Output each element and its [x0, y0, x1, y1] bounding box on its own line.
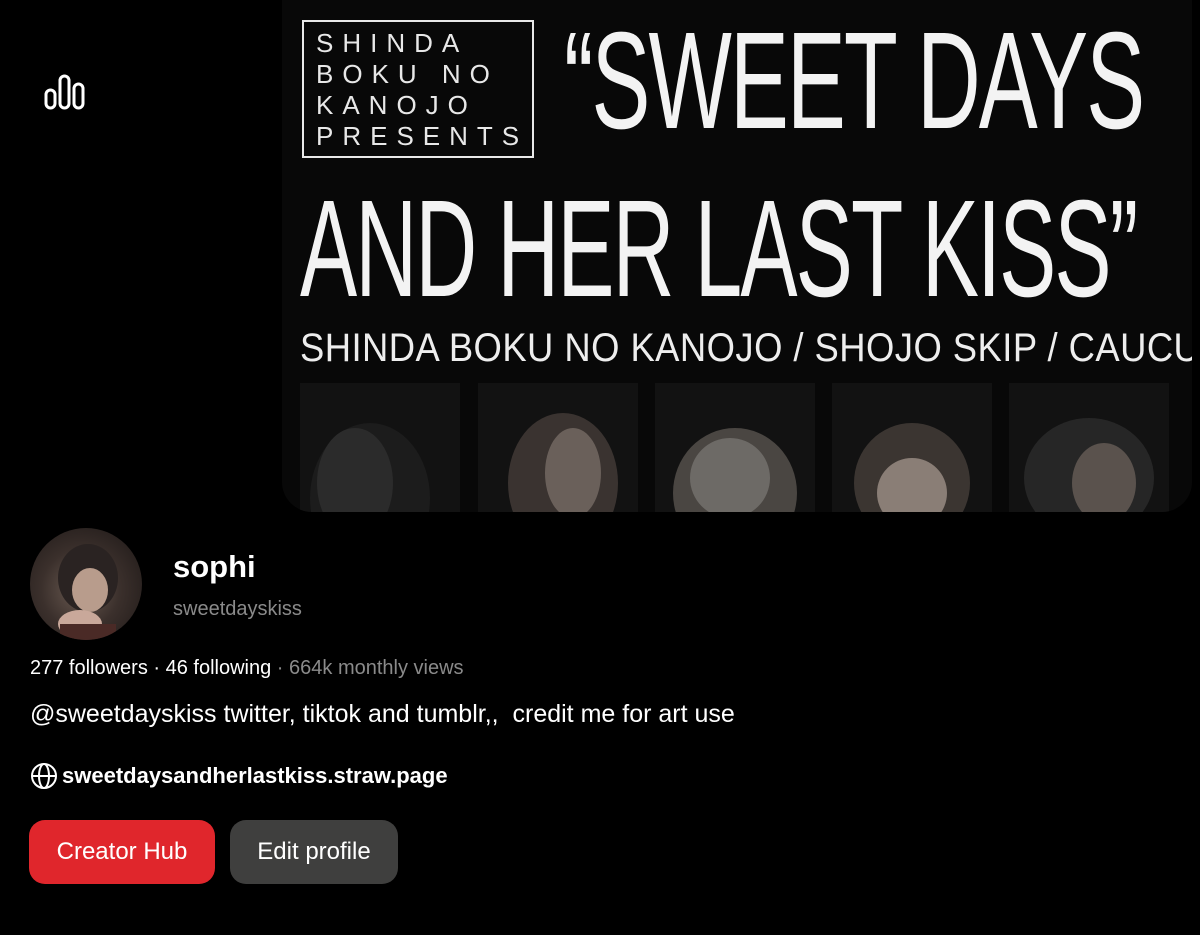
profile-bio: @sweetdayskiss twitter, tiktok and tumbl…	[30, 700, 735, 728]
profile-cover-image[interactable]: SHINDA BOKU NO KANOJO PRESENTS “SWEET DA…	[282, 0, 1192, 512]
stats-separator: ·	[271, 657, 290, 679]
website-url[interactable]: sweetdaysandherlastkiss.straw.page	[62, 763, 448, 789]
website-link[interactable]: sweetdaysandherlastkiss.straw.page	[30, 762, 448, 790]
presents-line: KANOJO	[316, 90, 477, 120]
cover-band-list: SHINDA BOKU NO KANOJO / SHOJO SKIP / CAU…	[300, 326, 1192, 370]
cover-photo-strip	[300, 383, 1190, 512]
presents-box: SHINDA BOKU NO KANOJO PRESENTS	[302, 20, 534, 158]
band-photo	[1009, 383, 1169, 512]
band-photo	[655, 383, 815, 512]
display-name: sophi	[173, 549, 256, 584]
presents-line: SHINDA	[316, 28, 469, 58]
creator-hub-button[interactable]: Creator Hub	[29, 820, 215, 884]
band-photo	[300, 383, 460, 512]
cover-title-line-1: “SWEET DAYS	[564, 4, 1145, 158]
globe-icon	[30, 762, 58, 790]
username: sweetdayskiss	[173, 598, 302, 620]
profile-stats: 277 followers · 46 following · 664k mont…	[30, 657, 464, 680]
band-photo	[832, 383, 992, 512]
presents-line: PRESENTS	[316, 121, 529, 151]
stats-separator: ·	[147, 657, 166, 679]
band-photo	[478, 383, 638, 512]
monthly-views: 664k monthly views	[289, 657, 464, 679]
avatar[interactable]	[30, 528, 142, 640]
following-count[interactable]: 46 following	[166, 657, 272, 679]
followers-count[interactable]: 277 followers	[30, 657, 148, 679]
edit-profile-button[interactable]: Edit profile	[230, 820, 398, 884]
presents-line: BOKU NO	[316, 59, 499, 89]
stats-icon[interactable]	[44, 74, 86, 110]
cover-title-line-2: AND HER LAST KISS”	[300, 172, 1138, 326]
